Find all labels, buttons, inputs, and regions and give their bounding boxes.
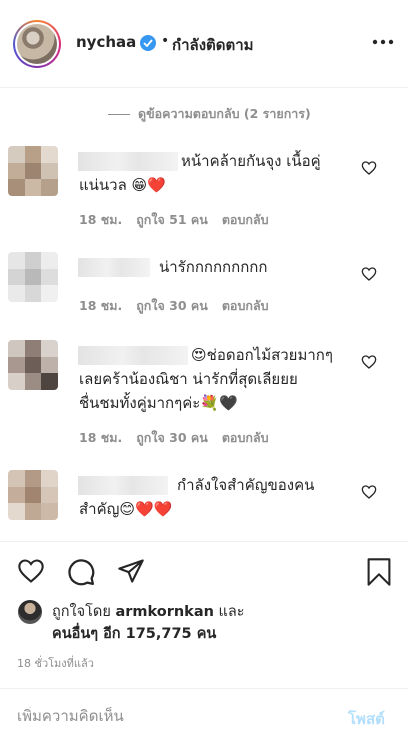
comment-time: 18 ชม. [79,212,123,227]
following-status-button[interactable]: กำลังติดตาม [172,33,254,57]
post-header: nychaa • กำลังติดตาม [0,0,408,88]
dot-separator: • [161,33,170,49]
add-comment-bar: โพสต์ [0,688,408,744]
post-timestamp: 18 ชั่วโมงที่แล้ว [17,657,94,670]
likes-others-count[interactable]: คนอื่นๆ อีก 175,775 คน [52,622,216,645]
post-action-bar [0,555,408,589]
liked-by-avatar[interactable] [18,600,42,624]
comment-like-heart-icon[interactable] [361,484,377,500]
replies-divider-line [108,113,130,115]
comment-like-heart-icon[interactable] [361,266,377,282]
liked-by-prefix: ถูกใจโดย [52,604,116,620]
view-replies-toggle[interactable]: ดูข้อความตอบกลับ (2 รายการ) [108,104,311,124]
comment-likes-count[interactable]: ถูกใจ 30 คน [136,428,208,448]
avatar-border [15,22,59,66]
profile-avatar[interactable] [13,20,61,68]
add-comment-input[interactable] [17,707,317,725]
comment-meta: 18 ชม. ถูกใจ 51 คน ตอบกลับ [79,210,269,230]
more-horizontal-icon[interactable] [372,34,394,50]
comment-meta: 18 ชม. ถูกใจ 30 คน ตอบกลับ [79,428,269,448]
view-replies-label: ดูข้อความตอบกลับ (2 รายการ) [138,106,311,121]
post-comment-button[interactable]: โพสต์ [348,707,385,731]
avatar-image [17,24,57,64]
commenter-avatar[interactable] [8,340,58,390]
verified-badge-icon [140,35,156,51]
liked-by-line: ถูกใจโดย armkornkan และ [52,600,245,623]
comment-likes-count[interactable]: ถูกใจ 51 คน [136,210,208,230]
liked-by-suffix: และ [213,604,245,620]
heart-icon[interactable] [16,557,46,585]
comment-time: 18 ชม. [79,430,123,445]
username[interactable]: nychaa [76,33,136,51]
comment-text: หน้าคล้ายกันจุง เนื้อคู่ แน่นวล 😁❤️ [79,152,321,194]
commenter-avatar[interactable] [8,252,58,302]
liked-by-user-link[interactable]: armkornkan [115,604,213,620]
commenter-avatar[interactable] [8,470,58,520]
comment-like-heart-icon[interactable] [361,160,377,176]
comment-text: 😍ช่อดอกไม้สวยมากๆเลยคร้าน้องณิชา น่ารักท… [79,346,333,412]
commenter-avatar[interactable] [8,146,58,196]
comment-time: 18 ชม. [79,298,123,313]
reply-button[interactable]: ตอบกลับ [222,296,269,316]
comment-like-heart-icon[interactable] [361,354,377,370]
bookmark-icon[interactable] [365,557,393,587]
section-divider [0,541,408,542]
reply-button[interactable]: ตอบกลับ [222,210,269,230]
paper-plane-icon[interactable] [116,557,146,585]
comment-meta: 18 ชม. ถูกใจ 30 คน ตอบกลับ [79,296,269,316]
reply-button[interactable]: ตอบกลับ [222,428,269,448]
comment-text: น่ารักกกกกกกกก [159,258,268,276]
comment-icon[interactable] [66,557,96,587]
comment-text: กำลังใจสำคัญของคนสำคัญ😊❤️❤️ [79,476,315,518]
comment-likes-count[interactable]: ถูกใจ 30 คน [136,296,208,316]
